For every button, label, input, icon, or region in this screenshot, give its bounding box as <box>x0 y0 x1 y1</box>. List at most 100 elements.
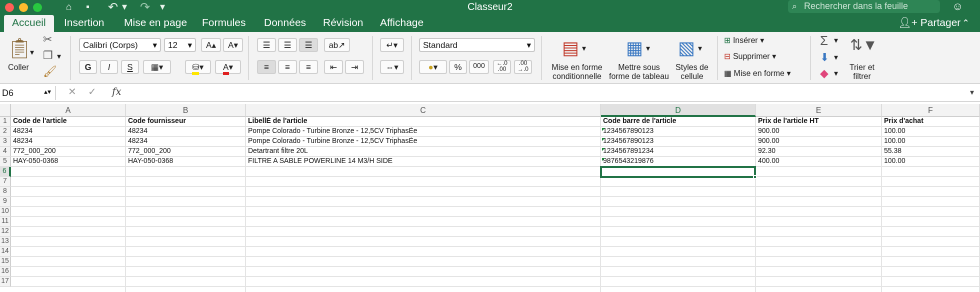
row-header-7[interactable]: 7 <box>0 177 11 187</box>
row-header-15[interactable]: 15 <box>0 257 11 267</box>
row-header-8[interactable]: 8 <box>0 187 11 197</box>
column-header-b[interactable]: B <box>126 104 246 117</box>
format-as-table-button[interactable]: Mettre sous forme de tableau <box>604 63 674 81</box>
cell-styles-icon[interactable]: ▧ <box>678 38 695 59</box>
fill-color-button[interactable]: ⛁▾ <box>185 60 211 75</box>
header-cell[interactable]: Prix de l'article HT <box>756 117 882 127</box>
cancel-entry-icon[interactable]: ✕ <box>68 86 76 100</box>
header-cell[interactable]: LibellÈ de l'article <box>246 117 601 127</box>
tab-insertion[interactable]: Insertion <box>64 15 104 32</box>
font-size-select[interactable]: 12 ▾ <box>164 38 196 52</box>
align-right-button[interactable]: ≡ <box>299 60 318 74</box>
row-header-2[interactable]: 2 <box>0 127 11 137</box>
copy-icon[interactable]: ❐ <box>43 49 53 62</box>
accounting-format-button[interactable]: ●▾ <box>419 60 447 74</box>
cut-icon[interactable]: ✂ <box>43 33 52 46</box>
tab-mise-en-page[interactable]: Mise en page <box>124 15 187 32</box>
feedback-smiley-icon[interactable]: ☺ <box>952 0 963 15</box>
table-cell[interactable]: HAY-050-0368 <box>11 157 126 167</box>
tab-revision[interactable]: Révision <box>323 15 363 32</box>
decrease-decimal-button[interactable]: .00 →.0 <box>514 60 532 74</box>
expand-formula-bar-icon[interactable]: ▾ <box>970 86 974 100</box>
row-header-17[interactable]: 17 <box>0 277 11 287</box>
table-cell[interactable]: 48234 <box>126 127 246 137</box>
row-header-16[interactable]: 16 <box>0 267 11 277</box>
conditional-format-chevron-icon[interactable]: ▾ <box>582 44 586 53</box>
table-cell[interactable]: HAY-050-0368 <box>126 157 246 167</box>
row-header-12[interactable]: 12 <box>0 227 11 237</box>
font-color-button[interactable]: A▾ <box>215 60 241 75</box>
thousands-separator-button[interactable]: 000 <box>469 60 489 74</box>
insert-function-icon[interactable]: fx <box>112 86 121 100</box>
table-cell[interactable]: 100.00 <box>882 137 980 147</box>
table-cell[interactable]: 1234567891234 <box>601 147 756 157</box>
number-as-text-warning-icon[interactable] <box>602 148 605 151</box>
conditional-format-button[interactable]: Mise en forme conditionnelle <box>544 63 610 81</box>
fill-handle[interactable] <box>753 175 757 179</box>
percent-button[interactable]: % <box>449 60 467 74</box>
select-all-corner[interactable] <box>0 104 11 117</box>
confirm-entry-icon[interactable]: ✓ <box>88 86 96 100</box>
column-header-d[interactable]: D <box>601 104 756 117</box>
paste-label[interactable]: Coller <box>8 63 29 72</box>
insert-cells-button[interactable]: ⊞ Insérer ▾ <box>724 36 764 45</box>
table-cell[interactable]: 48234 <box>126 137 246 147</box>
table-cell[interactable]: Pompe Colorado - Turbine Bronze - 12,5CV… <box>246 127 601 137</box>
header-cell[interactable]: Code de l'article <box>11 117 126 127</box>
active-cell-selection[interactable] <box>600 166 756 178</box>
format-as-table-chevron-icon[interactable]: ▾ <box>646 44 650 53</box>
orientation-button[interactable]: ab↗ <box>324 38 350 52</box>
table-cell[interactable]: 900.00 <box>756 137 882 147</box>
paste-menu-chevron-icon[interactable]: ▾ <box>30 48 34 57</box>
number-format-select[interactable]: Standard ▾ <box>419 38 535 52</box>
font-name-select[interactable]: Calibri (Corps) ▾ <box>79 38 161 52</box>
row-header-10[interactable]: 10 <box>0 207 11 217</box>
increase-font-size-button[interactable]: A▴ <box>201 38 221 52</box>
italic-button[interactable]: I <box>100 60 118 74</box>
table-cell[interactable]: 100.00 <box>882 127 980 137</box>
row-header-9[interactable]: 9 <box>0 197 11 207</box>
borders-button[interactable]: ▦▾ <box>143 60 171 74</box>
decrease-indent-button[interactable]: ⇤ <box>324 60 343 74</box>
table-cell[interactable]: 900.00 <box>756 127 882 137</box>
worksheet-grid[interactable]: A B C D E F 1 2 3 4 5 6 7 8 9 10 11 12 13 14 15 16 17 Code de l… <box>0 104 980 292</box>
sort-filter-button[interactable]: Trier et filtrer <box>842 63 882 81</box>
share-button[interactable]: 👤︎+ Partager <box>898 15 961 32</box>
row-header-4[interactable]: 4 <box>0 147 11 157</box>
increase-indent-button[interactable]: ⇥ <box>345 60 364 74</box>
row-header-14[interactable]: 14 <box>0 247 11 257</box>
table-cell[interactable]: 48234 <box>11 137 126 147</box>
header-cell[interactable]: Code fournisseur <box>126 117 246 127</box>
autosum-icon[interactable]: Σ <box>820 33 828 48</box>
format-painter-icon[interactable]: 🖌︎ <box>43 65 57 78</box>
cell-styles-button[interactable]: Styles de cellule <box>672 63 712 81</box>
autosum-chevron-icon[interactable]: ▾ <box>834 36 838 45</box>
tab-accueil[interactable]: Accueil <box>4 15 54 32</box>
align-middle-button[interactable]: ☰ <box>278 38 297 52</box>
increase-decimal-button[interactable]: ←.0.00 <box>493 60 511 74</box>
header-cell[interactable]: Prix d'achat <box>882 117 980 127</box>
table-cell[interactable]: Pompe Colorado - Turbine Bronze - 12,5CV… <box>246 137 601 147</box>
format-as-table-icon[interactable]: ▦ <box>626 38 643 59</box>
fill-icon[interactable]: ⬇ <box>820 51 829 64</box>
row-header-5[interactable]: 5 <box>0 157 11 167</box>
column-header-f[interactable]: F <box>882 104 980 117</box>
row-header-6[interactable]: 6 <box>0 167 11 177</box>
row-header-3[interactable]: 3 <box>0 137 11 147</box>
table-cell[interactable]: FILTRE A SABLE POWERLINE 14 M3/H SIDE <box>246 157 601 167</box>
row-header-13[interactable]: 13 <box>0 237 11 247</box>
name-box[interactable]: D6 ▴▾ <box>0 86 56 100</box>
row-header-1[interactable]: 1 <box>0 117 11 127</box>
tab-donnees[interactable]: Données <box>264 15 306 32</box>
table-cell[interactable]: Detartrant filtre 20L <box>246 147 601 157</box>
sheet-search-input[interactable]: ⌕ Rechercher dans la feuille <box>788 0 940 13</box>
table-cell[interactable]: 1234567890123 <box>601 127 756 137</box>
table-cell[interactable]: 55.38 <box>882 147 980 157</box>
format-cells-button[interactable]: ▦ Mise en forme ▾ <box>724 69 791 78</box>
table-cell[interactable]: 400.00 <box>756 157 882 167</box>
align-bottom-button[interactable]: ☰ <box>299 38 318 52</box>
clear-chevron-icon[interactable]: ▾ <box>834 69 838 78</box>
table-cell[interactable]: 100.00 <box>882 157 980 167</box>
underline-button[interactable]: S <box>121 60 139 74</box>
fill-chevron-icon[interactable]: ▾ <box>834 53 838 62</box>
